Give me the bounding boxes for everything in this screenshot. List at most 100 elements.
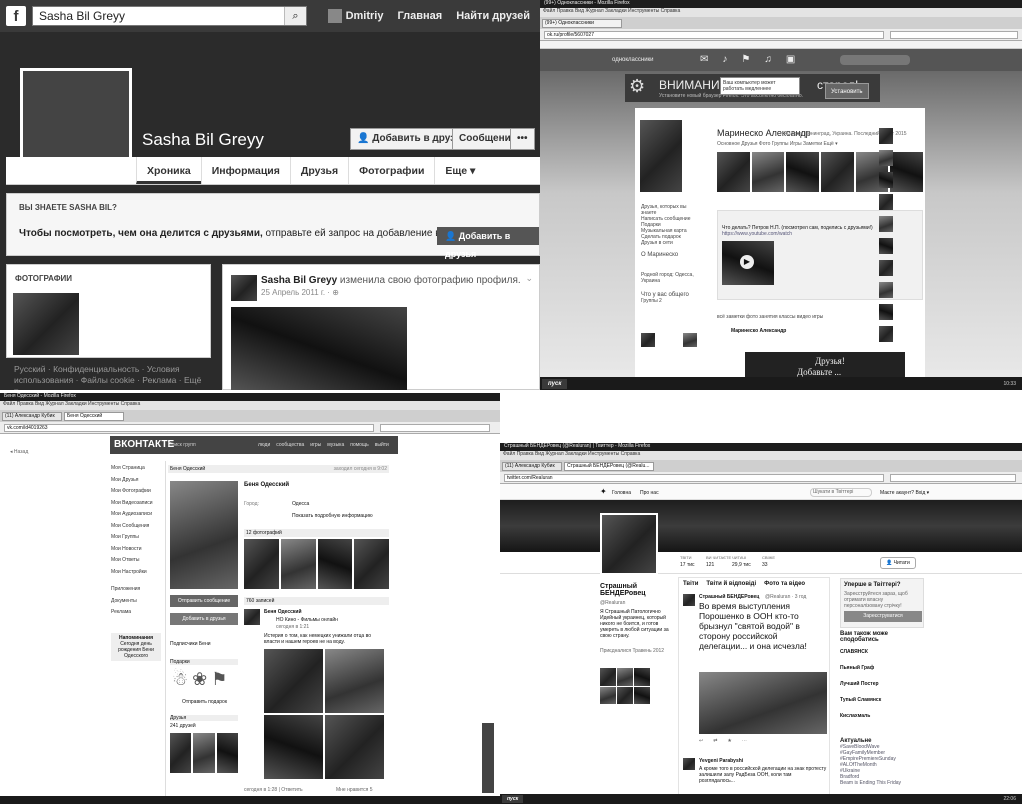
browser-search-input[interactable] bbox=[890, 474, 1016, 482]
back-link[interactable]: ◂ Назад bbox=[10, 449, 28, 455]
menu-item[interactable]: Мои Фотографии bbox=[111, 486, 161, 498]
tweet-meta[interactable]: @Realuran · 3 год bbox=[765, 594, 806, 600]
browser-tab-active[interactable]: Беня Одесский bbox=[64, 412, 124, 421]
photos-count[interactable]: 12 фотографий bbox=[244, 529, 389, 537]
wall-photo[interactable] bbox=[264, 715, 323, 779]
twitter-search-input[interactable]: Шукати в Твіттері bbox=[810, 488, 872, 497]
friend-avatar[interactable] bbox=[193, 733, 215, 773]
know-add-friend-button[interactable]: 👤 Добавить в друзья bbox=[437, 227, 539, 259]
ok-toolbar-icons[interactable]: ✉♪⚑♫▣ bbox=[700, 54, 809, 65]
browser-tab[interactable]: (11) Александр Кубик bbox=[2, 412, 62, 421]
tab-replies[interactable]: Твіти й відповіді bbox=[706, 580, 756, 588]
search-input[interactable]: Sasha Bil Greyy ⌕ bbox=[32, 6, 307, 26]
media-thumb[interactable] bbox=[600, 668, 616, 686]
photo-thumb[interactable] bbox=[244, 539, 279, 589]
menu-item[interactable]: Мои Настройки bbox=[111, 567, 161, 579]
wtf-item[interactable]: Лучший Постер bbox=[840, 681, 924, 687]
send-message-button[interactable]: Отправить сообщение bbox=[170, 595, 238, 607]
top-link[interactable]: помощь bbox=[350, 442, 368, 448]
post-link[interactable]: https://www.youtube.com/watch bbox=[722, 231, 792, 237]
tab-more[interactable]: Еще ▾ bbox=[434, 157, 485, 184]
media-thumb[interactable] bbox=[634, 686, 650, 704]
media-thumb[interactable] bbox=[617, 668, 633, 686]
friend-avatar[interactable] bbox=[879, 238, 893, 254]
menu-item[interactable]: Мои Группы bbox=[111, 532, 161, 544]
reminder-text[interactable]: Сегодня день рождения Бени Одесского bbox=[113, 641, 159, 659]
friends-count[interactable]: 241 друзей bbox=[170, 723, 196, 729]
menu-item[interactable]: Мои Аудиозаписи bbox=[111, 509, 161, 521]
photo-thumb[interactable] bbox=[717, 152, 750, 192]
menu-bar[interactable]: Файл Правка Вид Журнал Закладки Инструме… bbox=[540, 8, 1022, 17]
left-link[interactable]: Друзья, которых вы знаете bbox=[641, 204, 701, 216]
top-link[interactable]: выйти bbox=[375, 442, 389, 448]
ok-search-input[interactable] bbox=[840, 55, 910, 65]
gift-icons[interactable]: ☃❀⚑ bbox=[172, 669, 231, 690]
tweet-author[interactable]: Страшный БЕНДЕРовец bbox=[699, 594, 759, 600]
group-thumb[interactable] bbox=[683, 333, 697, 347]
url-input[interactable]: vk.com/id4019263 bbox=[4, 424, 374, 432]
tweet-avatar[interactable] bbox=[683, 594, 695, 606]
top-link[interactable]: сообщества bbox=[276, 442, 304, 448]
add-friend-button[interactable]: Добавить в друзья bbox=[170, 613, 238, 625]
stat-following[interactable]: 121 bbox=[706, 562, 714, 568]
friend-avatar[interactable] bbox=[879, 216, 893, 232]
nav-user-link[interactable]: Dmitriy bbox=[327, 9, 383, 23]
nav-home-link[interactable]: Главная bbox=[397, 10, 442, 22]
wall-photo[interactable] bbox=[264, 649, 323, 713]
media-thumb[interactable] bbox=[617, 686, 633, 704]
wall-repost-source[interactable]: НО Кино - Фильмы онлайн bbox=[276, 617, 338, 623]
photo-thumb[interactable] bbox=[317, 539, 353, 589]
top-link[interactable]: музыка bbox=[327, 442, 344, 448]
wall-count[interactable]: 760 записей bbox=[244, 597, 389, 605]
menu-item[interactable]: Моя Страница bbox=[111, 463, 161, 475]
menu-item[interactable]: Приложения bbox=[111, 584, 161, 596]
start-button[interactable]: пуск bbox=[502, 795, 524, 803]
browser-tab[interactable]: (99+) Одноклассники bbox=[542, 19, 622, 28]
friend-avatar[interactable] bbox=[879, 260, 893, 276]
tab-media[interactable]: Фото та відео bbox=[764, 580, 805, 588]
photo-thumb[interactable] bbox=[280, 539, 316, 589]
group-thumb[interactable] bbox=[641, 333, 655, 347]
wall-author[interactable]: Беня Одесский bbox=[264, 609, 302, 615]
photo-thumb[interactable] bbox=[821, 152, 854, 192]
wall-photo[interactable] bbox=[325, 715, 384, 779]
photo-thumb[interactable] bbox=[751, 152, 785, 192]
wtf-item[interactable]: Тупый Славянск bbox=[840, 697, 924, 703]
login-link[interactable]: Маєте акаунт? Вхід ▾ bbox=[880, 490, 929, 496]
menu-item[interactable]: Мои Видеозаписи bbox=[111, 498, 161, 510]
feed-author[interactable]: Маринеско Александр bbox=[731, 328, 786, 334]
facebook-logo-icon[interactable]: f bbox=[6, 6, 26, 26]
like-button[interactable]: Мне нравится 5 bbox=[336, 787, 372, 793]
wall-avatar[interactable] bbox=[244, 609, 260, 625]
tab-photos[interactable]: Фотографии bbox=[348, 157, 434, 184]
post-avatar[interactable] bbox=[231, 275, 257, 301]
tweet2-avatar[interactable] bbox=[683, 758, 695, 770]
browser-search-input[interactable] bbox=[380, 424, 490, 432]
friend-avatar[interactable] bbox=[216, 733, 238, 773]
bird-icon[interactable]: ✦ bbox=[600, 487, 607, 496]
friend-avatar[interactable] bbox=[879, 150, 893, 166]
city-value[interactable]: Одесса bbox=[292, 501, 309, 507]
friend-avatar[interactable] bbox=[879, 326, 893, 342]
groups-count[interactable]: Группы 2 bbox=[641, 298, 701, 304]
photo-thumb[interactable] bbox=[13, 293, 79, 355]
browser-tab[interactable]: (11) Александр Кубик bbox=[502, 462, 562, 471]
url-input[interactable]: twitter.com/Realuran bbox=[504, 474, 884, 482]
vk-search-input[interactable]: Поиск групп bbox=[168, 442, 196, 448]
profile-tabs[interactable]: Основное Друзья Фото Группы Игры Заметки… bbox=[717, 141, 838, 147]
send-gift-link[interactable]: Отправить подарок bbox=[182, 699, 227, 705]
stat-likes[interactable]: 33 bbox=[762, 562, 768, 568]
photo-thumb[interactable] bbox=[786, 152, 820, 192]
more-info-link[interactable]: Показать подробную информацию bbox=[292, 513, 373, 519]
wall-date[interactable]: сегодня в 1:21 bbox=[276, 624, 309, 630]
ok-logo[interactable]: одноклассники bbox=[612, 56, 654, 64]
menu-item[interactable]: Реклама bbox=[111, 607, 161, 619]
wtf-item[interactable]: Пьяный Граф bbox=[840, 665, 924, 671]
vk-logo[interactable]: ВКОНТАКТЕ bbox=[114, 439, 174, 450]
browser-tab-active[interactable]: Страшный БЕНДЕРовец (@Realu... bbox=[564, 462, 654, 471]
menu-item[interactable]: Мои Новости bbox=[111, 544, 161, 556]
tweet-actions[interactable]: ↩⇄★⋯ bbox=[699, 738, 757, 744]
tab-about[interactable]: Информация bbox=[200, 157, 290, 184]
tab-tweets[interactable]: Твіти bbox=[683, 580, 698, 588]
top-link[interactable]: игры bbox=[310, 442, 321, 448]
